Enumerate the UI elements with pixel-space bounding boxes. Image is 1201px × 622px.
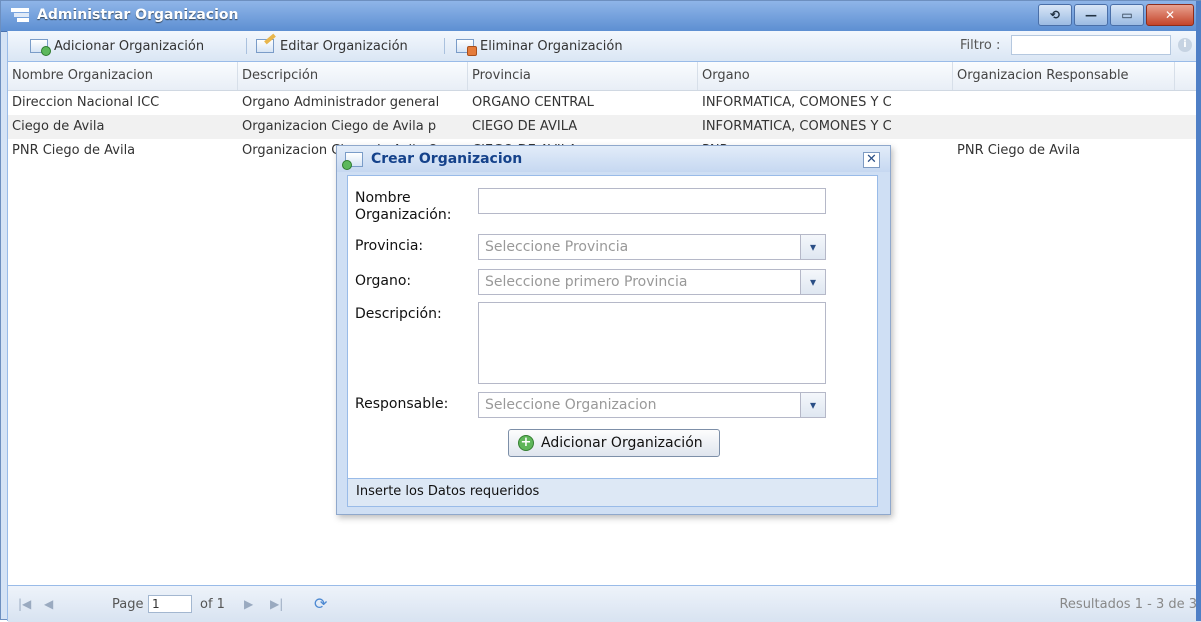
cell-descripcion: Organizacion Ciego de Avila p <box>242 119 437 134</box>
column-header-descripcion[interactable]: Descripción <box>238 62 468 90</box>
organo-label: Organo: <box>355 273 412 289</box>
chevron-down-icon[interactable]: ▾ <box>800 393 825 417</box>
dialog-title: Crear Organizacion <box>371 151 523 167</box>
toolbar-separator <box>246 38 247 54</box>
close-button[interactable]: ✕ <box>1146 4 1194 26</box>
filter-input[interactable] <box>1011 35 1171 55</box>
cell-responsable <box>953 115 1175 139</box>
cell-organo: INFORMATICA, COMONES Y C <box>702 95 892 110</box>
cell-nombre: Direccion Nacional ICC <box>12 95 160 110</box>
responsable-select[interactable]: Seleccione Organizacion ▾ <box>478 392 826 418</box>
restore-icon[interactable]: ⟲ <box>1038 4 1072 26</box>
provincia-label: Provincia: <box>355 238 424 254</box>
maximize-button[interactable]: ▭ <box>1110 4 1144 26</box>
delete-organization-button[interactable]: Eliminar Organización <box>456 36 623 56</box>
next-page-icon[interactable]: ▶ <box>244 597 253 611</box>
provincia-placeholder: Seleccione Provincia <box>485 239 629 255</box>
toolbar-separator <box>444 38 445 54</box>
dialog-form: Nombre Organización: Provincia: Seleccio… <box>347 175 878 479</box>
filter-label: Filtro : <box>960 38 1001 53</box>
column-header-nombre[interactable]: Nombre Organizacion <box>8 62 238 90</box>
table-row[interactable]: Ciego de Avila Organizacion Ciego de Avi… <box>8 115 1201 139</box>
descripcion-label: Descripción: <box>355 306 442 322</box>
responsable-label: Responsable: <box>355 396 449 412</box>
window-title: Administrar Organizacion <box>37 7 239 23</box>
cell-provincia: CIEGO DE AVILA <box>472 119 578 134</box>
dialog-status: Inserte los Datos requeridos <box>347 479 878 507</box>
grid-header: Nombre Organizacion Descripción Provinci… <box>8 62 1201 91</box>
edit-icon <box>256 39 274 53</box>
column-header-responsable[interactable]: Organizacion Responsable <box>953 62 1175 90</box>
minimize-button[interactable]: — <box>1074 4 1108 26</box>
add-organization-label: Adicionar Organización <box>54 38 205 54</box>
title-bar[interactable]: Administrar Organizacion ⟲ — ▭ ✕ <box>1 1 1200 32</box>
nombre-organizacion-input[interactable] <box>478 188 826 214</box>
app-icon <box>11 8 29 22</box>
column-header-provincia[interactable]: Provincia <box>468 62 698 90</box>
create-organization-dialog: Crear Organizacion ✕ Nombre Organización… <box>336 145 891 515</box>
delete-organization-label: Eliminar Organización <box>480 38 623 54</box>
add-organization-button[interactable]: Adicionar Organización <box>30 36 204 56</box>
delete-icon <box>456 39 477 56</box>
add-organization-icon <box>342 152 363 170</box>
cell-nombre: PNR Ciego de Avila <box>12 143 136 158</box>
cell-nombre: Ciego de Avila <box>12 119 105 134</box>
cell-responsable <box>953 91 1175 115</box>
close-icon[interactable]: ✕ <box>863 152 880 168</box>
add-icon <box>30 39 51 56</box>
plus-icon: + <box>518 435 534 451</box>
toolbar: Adicionar Organización Editar Organizaci… <box>8 31 1201 62</box>
results-count: Resultados 1 - 3 de 3 <box>1059 597 1197 612</box>
first-page-icon[interactable]: |◀ <box>18 597 31 611</box>
prev-page-icon[interactable]: ◀ <box>44 597 53 611</box>
edit-organization-button[interactable]: Editar Organización <box>256 36 408 56</box>
adicionar-organizacion-button[interactable]: + Adicionar Organización <box>508 429 720 457</box>
chevron-down-icon[interactable]: ▾ <box>800 235 825 259</box>
info-icon[interactable]: i <box>1178 38 1192 52</box>
window-border <box>1196 1 1201 621</box>
refresh-icon[interactable]: ⟳ <box>314 594 327 613</box>
provincia-select[interactable]: Seleccione Provincia ▾ <box>478 234 826 260</box>
nombre-label-line2: Organización: <box>355 207 452 223</box>
cell-descripcion: Organo Administrador general <box>242 95 440 110</box>
adicionar-button-label: Adicionar Organización <box>541 435 703 451</box>
organo-placeholder: Seleccione primero Provincia <box>485 274 688 290</box>
edit-organization-label: Editar Organización <box>280 38 408 54</box>
descripcion-textarea[interactable] <box>478 302 826 384</box>
page-total: of 1 <box>200 597 225 612</box>
column-header-organo[interactable]: Organo <box>698 62 953 90</box>
window-controls: ⟲ — ▭ ✕ <box>1038 4 1194 26</box>
responsable-placeholder: Seleccione Organizacion <box>485 397 657 413</box>
page-label: Page <box>112 597 144 612</box>
cell-provincia: ORGANO CENTRAL <box>472 95 594 110</box>
page-number-input[interactable]: 1 <box>148 595 192 613</box>
paging-toolbar: |◀ ◀ Page 1 of 1 ▶ ▶| ⟳ Resultados 1 - 3… <box>8 585 1201 622</box>
dialog-header[interactable]: Crear Organizacion ✕ <box>337 146 890 172</box>
chevron-down-icon[interactable]: ▾ <box>800 270 825 294</box>
nombre-label-line1: Nombre <box>355 190 411 206</box>
cell-organo: INFORMATICA, COMONES Y C <box>702 119 892 134</box>
table-row[interactable]: Direccion Nacional ICC Organo Administra… <box>8 91 1201 115</box>
cell-responsable: PNR Ciego de Avila <box>957 143 1081 158</box>
organo-select[interactable]: Seleccione primero Provincia ▾ <box>478 269 826 295</box>
last-page-icon[interactable]: ▶| <box>270 597 283 611</box>
